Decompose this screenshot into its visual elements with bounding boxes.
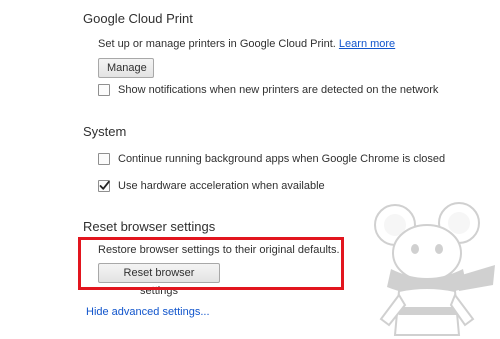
hardware-acceleration-row[interactable]: Use hardware acceleration when available [98, 179, 325, 193]
settings-page: Google Cloud Print Set up or manage prin… [0, 0, 500, 339]
checkmark-icon [99, 180, 110, 190]
learn-more-link[interactable]: Learn more [339, 38, 395, 50]
cloud-print-description: Set up or manage printers in Google Clou… [98, 38, 395, 50]
mascot-watermark-icon [374, 202, 495, 336]
manage-button[interactable]: Manage [98, 58, 154, 78]
footer-link-container: Hide advanced settings... [86, 306, 210, 318]
hardware-acceleration-label: Use hardware acceleration when available [118, 180, 325, 192]
hide-advanced-settings-link[interactable]: Hide advanced settings... [86, 306, 210, 318]
section-title-reset: Reset browser settings [83, 219, 216, 234]
section-title-google-cloud-print: Google Cloud Print [83, 11, 193, 26]
highlight-annotation-box [78, 237, 344, 290]
notify-printers-checkbox[interactable] [98, 84, 110, 96]
background-apps-checkbox[interactable] [98, 153, 110, 165]
cloud-print-description-text: Set up or manage printers in Google Clou… [98, 38, 336, 50]
notify-printers-row[interactable]: Show notifications when new printers are… [98, 83, 438, 97]
background-apps-row[interactable]: Continue running background apps when Go… [98, 152, 445, 166]
section-title-system: System [83, 124, 127, 139]
hardware-acceleration-checkbox[interactable] [98, 180, 110, 192]
background-apps-label: Continue running background apps when Go… [118, 153, 446, 165]
notify-printers-label: Show notifications when new printers are… [118, 84, 439, 96]
